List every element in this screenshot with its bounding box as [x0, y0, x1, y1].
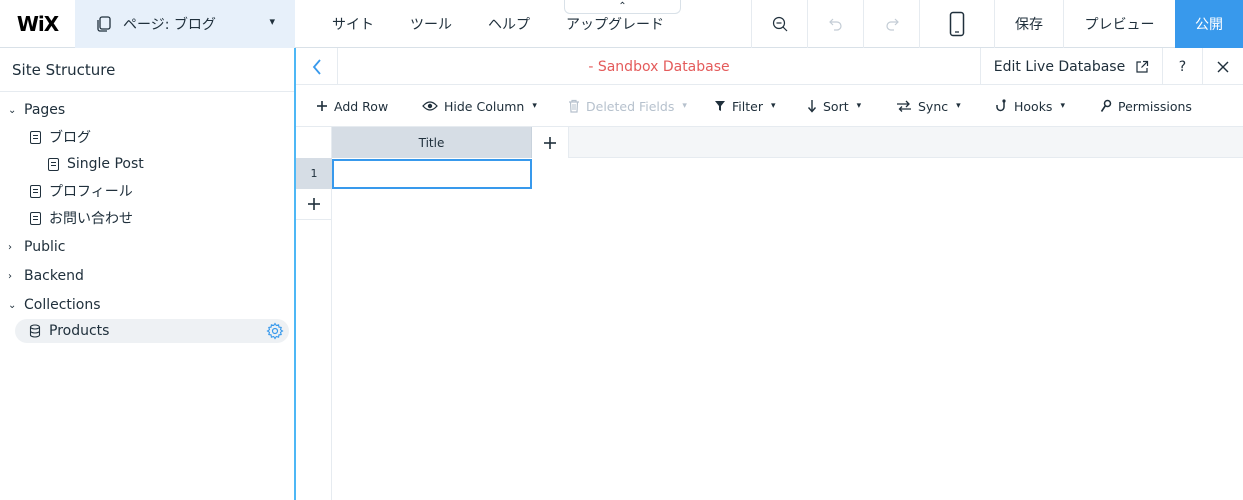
page-selector[interactable]: ページ: ブログ ▾	[75, 0, 295, 48]
sort-button[interactable]: Sort ▾	[807, 85, 861, 127]
external-link-icon	[1136, 60, 1149, 73]
column-header-title[interactable]: Title	[332, 127, 532, 158]
chevron-down-icon: ⌄	[8, 104, 17, 116]
tree-collection-products[interactable]: Products	[15, 319, 289, 343]
sync-icon	[897, 100, 911, 112]
redo-icon	[885, 18, 899, 31]
chevron-down-icon: ▾	[269, 15, 275, 28]
database-panel: - Sandbox Database Edit Live Database ? …	[296, 48, 1243, 500]
gear-icon[interactable]	[266, 322, 284, 340]
database-icon	[29, 324, 41, 338]
deleted-fields-button[interactable]: Deleted Fields ▾	[568, 85, 687, 127]
key-icon	[1100, 99, 1112, 112]
preview-button[interactable]: プレビュー	[1063, 0, 1175, 48]
add-column-button[interactable]	[532, 127, 569, 158]
tree-page-profile[interactable]: プロフィール	[30, 179, 133, 203]
back-button[interactable]	[296, 48, 338, 85]
filter-button[interactable]: Filter ▾	[714, 85, 776, 127]
page-icon	[48, 157, 59, 171]
hide-column-button[interactable]: Hide Column ▾	[422, 85, 537, 127]
top-bar: WiX ページ: ブログ ▾ サイト ツール ヘルプ ⌃ アップグレード 保存 …	[0, 0, 1243, 48]
menu-help[interactable]: ヘルプ	[488, 0, 530, 48]
row-number[interactable]: 1	[296, 158, 332, 189]
table-cell-title[interactable]	[332, 159, 532, 189]
plus-icon	[308, 198, 320, 210]
undo-icon	[828, 18, 842, 31]
pages-icon	[97, 16, 111, 32]
site-structure-panel: Site Structure ⌄ Pages ブログ Single Post プ…	[0, 48, 296, 500]
tree-backend[interactable]: › Backend	[8, 264, 84, 288]
permissions-button[interactable]: Permissions	[1100, 85, 1192, 127]
chevron-down-icon: ▾	[682, 101, 687, 111]
page-icon	[30, 211, 41, 225]
zoom-out-button[interactable]	[751, 0, 807, 48]
plus-icon	[544, 136, 556, 149]
menu-tools[interactable]: ツール	[410, 0, 452, 48]
tree-pages[interactable]: ⌄ Pages	[8, 98, 65, 122]
database-toolbar: Add Row Hide Column ▾ Deleted Fields ▾ F…	[296, 85, 1243, 127]
add-row-inline-button[interactable]	[296, 189, 332, 220]
hook-icon	[996, 99, 1006, 112]
tree-public[interactable]: › Public	[8, 235, 65, 259]
redo-button[interactable]	[863, 0, 919, 48]
add-row-button[interactable]: Add Row	[316, 85, 388, 127]
close-icon	[1217, 61, 1229, 72]
zoom-icon	[772, 16, 787, 32]
plus-icon	[317, 101, 327, 111]
mobile-icon	[949, 11, 965, 37]
chevron-right-icon: ›	[8, 270, 12, 282]
panel-title: Site Structure	[0, 48, 294, 92]
eye-icon	[422, 101, 438, 111]
tree-page-contact[interactable]: お問い合わせ	[30, 206, 133, 230]
tree-collections[interactable]: ⌄ Collections	[8, 293, 101, 317]
page-icon	[30, 130, 41, 144]
tree-page-blog[interactable]: ブログ	[30, 125, 91, 149]
arrow-down-icon	[807, 100, 817, 113]
data-grid: Title 1	[296, 127, 1243, 500]
chevron-down-icon: ▾	[532, 101, 537, 111]
chevron-right-icon: ›	[8, 241, 12, 253]
save-button[interactable]: 保存	[994, 0, 1063, 48]
tree-page-single-post[interactable]: Single Post	[48, 152, 144, 176]
menu-site[interactable]: サイト	[332, 0, 374, 48]
menu-upgrade[interactable]: アップグレード	[566, 0, 664, 48]
filter-icon	[715, 101, 725, 111]
help-button[interactable]: ?	[1162, 48, 1202, 85]
wix-logo[interactable]: WiX	[0, 0, 75, 48]
chevron-down-icon: ▾	[770, 101, 776, 111]
chevron-down-icon: ▾	[1060, 101, 1065, 111]
database-header: - Sandbox Database Edit Live Database ?	[296, 48, 1243, 85]
page-icon	[30, 184, 41, 198]
trash-icon	[569, 99, 579, 113]
publish-button[interactable]: 公開	[1175, 0, 1243, 48]
chevron-down-icon: ⌄	[8, 299, 17, 311]
mobile-view-button[interactable]	[919, 0, 994, 48]
chevron-down-icon: ▾	[856, 101, 862, 111]
chevron-left-icon	[312, 58, 321, 75]
close-button[interactable]	[1202, 48, 1243, 85]
hooks-button[interactable]: Hooks ▾	[996, 85, 1065, 127]
undo-button[interactable]	[807, 0, 863, 48]
chevron-down-icon: ▾	[956, 101, 961, 111]
page-selector-label: ページ: ブログ	[123, 17, 216, 33]
edit-live-database-button[interactable]: Edit Live Database	[980, 48, 1162, 85]
database-title: - Sandbox Database	[588, 58, 730, 75]
sync-button[interactable]: Sync ▾	[896, 85, 961, 127]
